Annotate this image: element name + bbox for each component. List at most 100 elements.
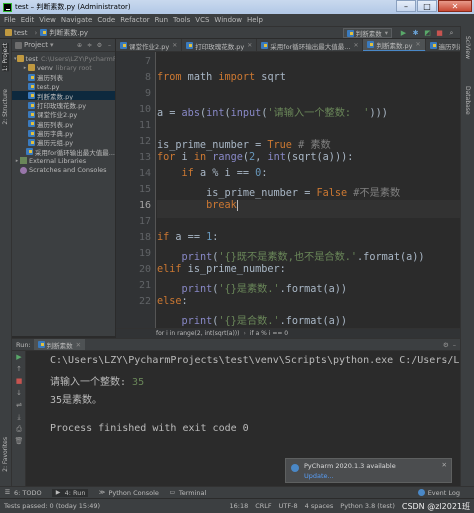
tree-item[interactable]: 遍历列表 <box>12 73 115 82</box>
bottom-tool-tab[interactable]: ▭ Terminal <box>169 489 207 497</box>
nav-crumb-project[interactable]: test <box>5 29 27 37</box>
coverage-icon[interactable]: ◩ <box>423 29 432 38</box>
close-icon[interactable]: ✕ <box>76 341 81 349</box>
database-tab[interactable]: Database <box>464 86 471 115</box>
tree-item[interactable]: 遍历字典.py <box>12 128 115 138</box>
close-icon[interactable]: ✕ <box>172 42 177 49</box>
tree-item[interactable]: test.py <box>12 82 115 91</box>
editor-tab[interactable]: 遍历列表.py✕ <box>426 39 460 51</box>
tree-item[interactable]: Scratches and Consoles <box>12 166 115 175</box>
close-icon[interactable]: ✕ <box>247 42 252 49</box>
structure-tool-tab[interactable]: 2: Structure <box>2 89 9 125</box>
breadcrumb-if[interactable]: if a % i == 0 <box>250 330 288 337</box>
tree-item[interactable]: 打印玫瑰花数.py <box>12 100 115 110</box>
hide-icon[interactable]: – <box>106 42 113 49</box>
bottom-tool-tab[interactable]: ☰ 6: TODO <box>4 489 42 497</box>
favorites-tool-tab[interactable]: 2: Favorites <box>2 437 9 472</box>
menu-tools[interactable]: Tools <box>173 16 190 24</box>
menu-navigate[interactable]: Navigate <box>61 16 92 24</box>
close-button[interactable]: ✕ <box>438 0 472 12</box>
menu-file[interactable]: File <box>4 16 16 24</box>
file-encoding[interactable]: UTF-8 <box>279 502 298 510</box>
update-link[interactable]: Update... <box>304 472 447 480</box>
line-number: 20 <box>138 264 151 275</box>
sciview-tab[interactable]: SciView <box>464 36 471 59</box>
menu-run[interactable]: Run <box>155 16 168 24</box>
search-icon[interactable]: ⌕ <box>447 29 456 38</box>
editor-tab[interactable]: 打印玫瑰花数.py ✕ <box>182 39 258 51</box>
menu-refactor[interactable]: Refactor <box>120 16 149 24</box>
menu-help[interactable]: Help <box>247 16 263 24</box>
run-toolbar-vertical: ▶ ↑ ■ ↓ ⇌ ⤓ ⎙ 🗑 <box>12 351 26 487</box>
line-separator[interactable]: CRLF <box>255 502 271 510</box>
minimize-button[interactable]: – <box>396 0 416 12</box>
line-number: 17 <box>138 216 151 227</box>
debug-icon[interactable]: ✱ <box>411 29 420 38</box>
tree-item[interactable]: 课堂作业2.py <box>12 110 115 119</box>
interpreter-selector[interactable]: Python 3.8 (test) <box>340 502 395 510</box>
menu-vcs[interactable]: VCS <box>195 16 209 24</box>
cursor-position[interactable]: 16:18 <box>230 502 249 510</box>
python-file-icon <box>429 42 437 49</box>
tree-item[interactable]: 遍历元组.py <box>12 138 115 147</box>
indent-setting[interactable]: 4 spaces <box>305 502 334 510</box>
bottom-tool-tab-label: Python Console <box>108 488 159 497</box>
line-number: 21 <box>138 280 151 291</box>
update-notification[interactable]: PyCharm 2020.1.3 available Update... ✕ <box>285 458 452 483</box>
tree-item[interactable]: 判断素数.py <box>12 91 115 101</box>
editor-tab[interactable]: 判断素数.py ✕ <box>363 39 426 51</box>
gear-icon[interactable]: ⚙ <box>96 42 103 49</box>
tree-item[interactable]: ▸ External Libraries <box>12 156 115 165</box>
run-tab[interactable]: 判断素数 ✕ <box>33 339 86 350</box>
menu-view[interactable]: View <box>39 16 56 24</box>
folder-icon <box>16 55 24 63</box>
tree-item[interactable]: 遍历列表.py <box>12 119 115 128</box>
tree-item[interactable]: 采用for循环输出最大值最... <box>12 147 115 156</box>
breadcrumb-for[interactable]: for i in range(2, int(sqrt(a))) <box>156 330 239 337</box>
hide-icon[interactable]: – <box>453 341 456 349</box>
editor-tab[interactable]: 采用for循环输出最大值最... ✕ <box>257 39 364 51</box>
python-file-icon <box>367 41 375 48</box>
close-icon[interactable]: ✕ <box>442 461 447 469</box>
menu-bar: File Edit View Navigate Code Refactor Ru… <box>0 14 474 26</box>
tree-item[interactable]: ▸ venv library root <box>12 63 115 72</box>
nav-crumb-file[interactable]: 判断素数.py <box>40 28 88 38</box>
stop-icon[interactable]: ■ <box>12 375 26 387</box>
stop-icon[interactable]: ■ <box>435 29 444 38</box>
collapse-icon[interactable]: ≑ <box>86 42 93 49</box>
down-icon[interactable]: ↓ <box>12 387 26 399</box>
trash-icon[interactable]: 🗑 <box>12 435 26 447</box>
code-editor[interactable]: 7 8 9 10 11 12 13 14 15 16 17 18 19 20 21 22 from math … <box>116 52 460 328</box>
bottom-tool-tab[interactable]: ▶ 4: Run <box>51 488 89 497</box>
line-number-gutter: 7 8 9 10 11 12 13 14 15 16 17 18 19 20 21 22 <box>116 52 156 328</box>
left-tool-strip: 1: Project 2: Structure 2: Favorites <box>0 39 12 496</box>
close-icon[interactable]: ✕ <box>353 42 358 49</box>
up-icon[interactable]: ↑ <box>12 363 26 375</box>
status-message[interactable]: Tests passed: 0 (today 15:49) <box>4 502 100 510</box>
chevron-down-icon[interactable]: ▾ <box>50 41 54 49</box>
menu-code[interactable]: Code <box>97 16 115 24</box>
scroll-end-icon[interactable]: ⤓ <box>12 411 26 423</box>
gear-icon[interactable]: ⚙ <box>443 341 449 349</box>
print-icon[interactable]: ⎙ <box>12 423 26 435</box>
project-tool-tab[interactable]: 1: Project <box>2 43 9 72</box>
close-icon[interactable]: ✕ <box>416 41 421 48</box>
project-panel-title[interactable]: Project <box>24 41 48 49</box>
bottom-tool-strip: ☰ 6: TODO ▶ 4: Run ≫ Python Console ▭ Terminal E… <box>0 486 474 498</box>
soft-wrap-icon[interactable]: ⇌ <box>12 399 26 411</box>
run-icon[interactable]: ▶ <box>399 29 408 38</box>
code-breadcrumb: for i in range(2, int(sqrt(a))) › if a %… <box>116 328 460 338</box>
editor-tab[interactable]: 课堂作业2.py ✕ <box>116 39 183 51</box>
locate-icon[interactable]: ⊕ <box>76 42 83 49</box>
menu-window[interactable]: Window <box>214 16 242 24</box>
code-area[interactable]: from math import sqrt a = abs(int(input(… <box>157 52 460 328</box>
editor-tab-label: 采用for循环输出最大值最... <box>270 42 351 51</box>
tree-item[interactable]: ▾testC:\Users\LZY\PycharmProjects <box>12 54 115 63</box>
menu-edit[interactable]: Edit <box>21 16 35 24</box>
editor-tab-label: 课堂作业2.py <box>129 42 170 51</box>
rerun-icon[interactable]: ▶ <box>12 351 26 363</box>
run-configuration-select[interactable]: 判断素数 ▾ <box>342 28 392 38</box>
event-log-tab[interactable]: Event Log <box>417 489 460 497</box>
bottom-tool-tab[interactable]: ≫ Python Console <box>98 488 159 497</box>
maximize-button[interactable]: □ <box>417 0 437 12</box>
